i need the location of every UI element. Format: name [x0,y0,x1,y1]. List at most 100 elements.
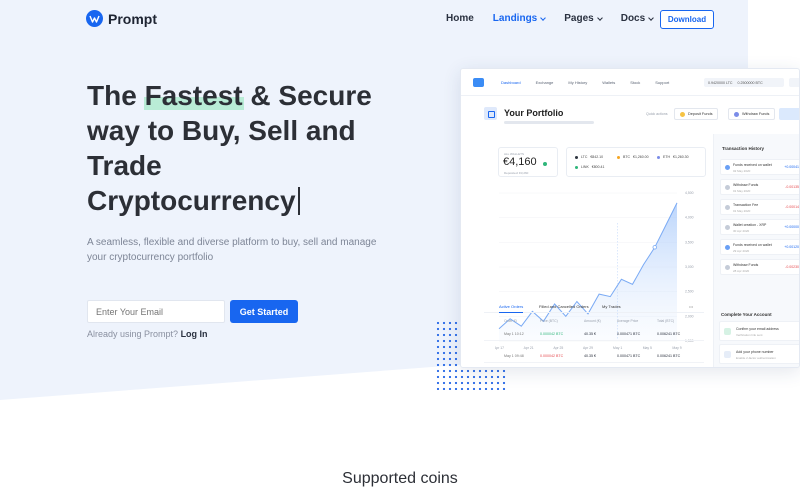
table-row: May 1 09:48 0.000042 BTC 40.35 € 0.00047… [484,349,704,363]
coin-row: LINK €800.41 [575,165,604,169]
hero-subtitle: A seamless, flexible and diverse platfor… [87,237,377,263]
headline-highlight: Fastest [143,80,244,111]
login-link[interactable]: Log In [181,329,208,339]
dashboard-preview: Dashboard Exchange My History Wallets St… [460,68,800,368]
portfolio-value: €4,160 [503,156,537,168]
coin-value: €1,260.00 [633,155,649,159]
chart-y-tick-label: 4,500 [685,191,694,195]
portfolio-title: Your Portfolio [504,108,564,118]
transaction-title: Wallet creation - XRP [733,223,767,227]
dashboard-topbar: Dashboard Exchange My History Wallets St… [461,69,799,96]
headline-prefix: The [87,80,145,111]
get-started-button[interactable]: Get Started [230,300,298,323]
coin-name: BTC [623,155,630,159]
transaction-amount: -0.00014 [785,205,799,209]
status-dot-icon [543,162,547,166]
coin-name: LTC [581,155,588,159]
transaction-item: Withdraw Funds 28 Apr 2020 -0.00230 [720,259,799,275]
deposit-icon [680,111,685,117]
portfolio-value-card: ALL WALLETS €4,160 Deposited: €3,260 [498,147,558,177]
transaction-amount: -0.00230 [785,265,799,269]
nav-item-docs[interactable]: Docs [621,13,655,24]
account-step-sub: Verification link sent [736,333,763,337]
orders-tabs: Active Orders Filled and Cancelled Order… [484,299,704,313]
top-navigation: Prompt Home Landings Pages Docs Download [0,0,800,40]
account-step-sub: Enable 2-factor authentication [736,356,776,360]
dashboard-tab: Support [655,80,670,85]
portfolio-action-button [779,108,799,120]
coin-row: LTC €842.10 [575,155,603,159]
login-prompt-text: Already using Prompt? [87,329,179,339]
download-button[interactable]: Download [660,10,714,29]
withdraw-funds-button: Withdraw Funds [728,108,776,120]
coin-value: €842.10 [590,155,604,159]
nav-item-home[interactable]: Home [446,13,474,24]
transaction-date: 01 May 2020 [733,209,751,213]
coin-row: BTC €1,260.00 [617,155,649,159]
orders-tab: My Trades [602,304,621,309]
coin-dot-icon [575,165,578,169]
supported-coins-heading: Supported coins [342,470,458,487]
dashboard-tab: Stock [630,80,641,85]
transaction-item: Funds received on wallet 29 Apr 2020 +0.00… [720,239,799,255]
headline-rest: & Secure [242,80,372,111]
chart-y-tick-label: 4,000 [685,216,694,220]
orders-header-cell: Average Price [617,319,639,323]
transaction-icon [725,265,730,270]
dashboard-tab: Wallets [602,80,616,85]
active-tab-underline [499,312,523,313]
login-prompt: Already using Prompt? Log In [87,329,208,339]
chart-y-tick-label: 3,500 [685,240,694,244]
account-step: Confirm your email address Verification l… [719,321,799,341]
order-id: May 1 09:48 [504,354,524,358]
transaction-date: 02 May 2020 [733,169,751,173]
orders-tab: Active Orders [499,304,524,309]
portfolio-subtitle-placeholder [504,121,594,124]
transaction-icon [725,205,730,210]
order-total: 0.006241 BTC [657,354,681,358]
transaction-icon [725,245,730,250]
email-input[interactable] [87,300,225,323]
order-id: May 1 10:12 [504,332,524,336]
account-step-title: Confirm your email address [736,327,779,331]
dashboard-tab: My History [568,80,588,85]
nav-label: Landings [492,13,538,24]
transaction-history-title: Transaction History [722,146,765,151]
coin-breakdown-card: LTC €842.10 BTC €1,260.00 ETH €1,260.30 LIN… [566,147,706,177]
transaction-item: Wallet creation - XRP 30 Apr 2020 +0.00000 [720,219,799,235]
order-total: 0.006241 BTC [657,332,681,336]
transaction-amount: +0.00041 [784,165,799,169]
transaction-title: Funds received on wallet [733,163,772,167]
dashboard-user-icon [789,78,799,87]
hero-headline: The Fastest & Secure way to Buy, Sell an… [87,78,417,218]
chevron-down-icon [540,14,547,21]
orders-header-cell: Price (BTC) [540,319,558,323]
dashboard-tab: Dashboard [501,80,521,85]
transaction-title: Transaction Fee [733,203,759,207]
check-icon [724,328,731,335]
nav-item-landings[interactable]: Landings [492,13,547,24]
order-average: 0.000471 BTC [617,354,641,358]
transaction-title: Funds received on wallet [733,243,772,247]
nav-label: Pages [564,13,594,24]
transaction-date: 30 Apr 2020 [733,229,750,233]
transaction-title: Withdraw Funds [733,183,759,187]
logo-icon [86,10,103,27]
balance-value: 0.2500000 BTC [737,80,763,85]
transaction-date: 29 Apr 2020 [733,249,750,253]
brand-name: Prompt [108,10,157,27]
chart-y-tick-label: 2,000 [685,314,694,318]
coin-row: ETH €1,260.30 [657,155,689,159]
transaction-item: Withdraw Funds 01 May 2020 -0.00135 [720,179,799,195]
transaction-amount: +0.00000 [784,225,799,229]
quick-actions-label: Quick actions [646,112,668,116]
nav-item-pages[interactable]: Pages [564,13,603,24]
chevron-down-icon [596,14,603,21]
orders-header-cell: Order ID [504,319,517,323]
coin-dot-icon [617,155,620,159]
orders-header-cell: Amount (€) [584,319,601,323]
coin-dot-icon [575,155,578,159]
transaction-date: 28 Apr 2020 [733,269,750,273]
chevron-down-icon [648,14,655,21]
brand-logo[interactable]: Prompt [86,10,157,27]
